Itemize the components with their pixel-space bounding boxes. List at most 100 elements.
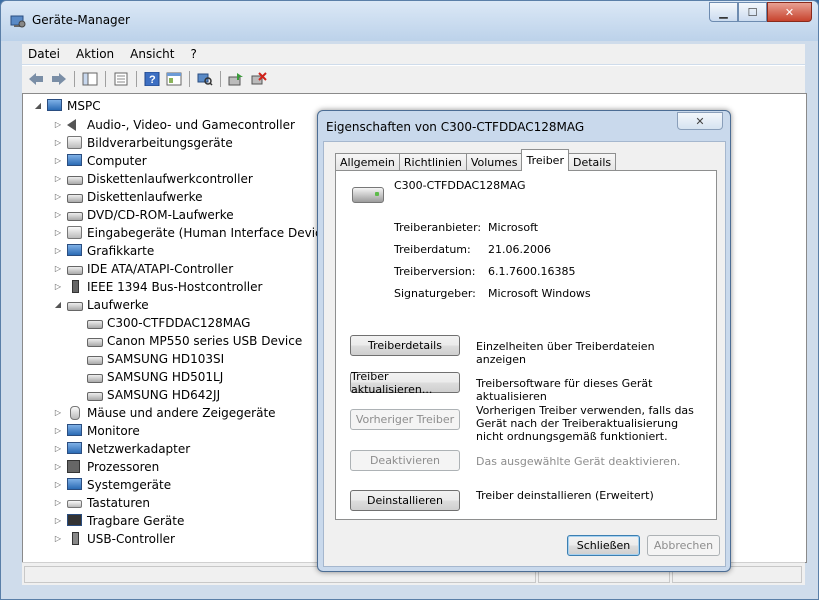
expand-icon[interactable]: ▷ [53,174,63,183]
tree-category[interactable]: ▷ Bildverarbeitungsgeräte [53,134,233,151]
tree-category[interactable]: ▷ Prozessoren [53,458,159,475]
expand-icon[interactable]: ▷ [53,264,63,273]
minimize-button[interactable]: ▁ [709,2,738,22]
tree-category[interactable]: ▷ USB-Controller [53,530,175,547]
close-dialog-button[interactable]: Schließen [567,535,640,556]
tree-category-label: Diskettenlaufwerke [87,189,203,204]
uninstall-icon[interactable] [250,70,268,88]
tree-category[interactable]: ▷ Eingabegeräte (Human Interface Devices) [53,224,340,241]
driver-details-button[interactable]: Treiberdetails [350,335,460,356]
tree-category-label: Monitore [87,423,140,438]
tree-device[interactable]: Canon MP550 series USB Device [87,332,302,349]
disk-drive-icon [67,298,83,312]
processor-icon [67,459,83,474]
expand-icon[interactable]: ▷ [53,462,63,471]
tree-category-label: Mäuse und andere Zeigegeräte [87,405,276,420]
tree-device[interactable]: C300-CTFDDAC128MAG [87,314,250,331]
system-device-icon [67,477,83,492]
disk-drive-icon [87,370,103,384]
display-adapter-icon [67,243,83,258]
tree-device[interactable]: SAMSUNG HD642JJ [87,386,220,403]
help-icon[interactable]: ? [143,70,161,88]
uninstall-button[interactable]: Deinstallieren [350,490,460,511]
toolbar-separator [74,71,75,87]
tree-category-label: Laufwerke [87,297,149,312]
menu-ansicht[interactable]: Ansicht [124,47,180,61]
tab-details[interactable]: Details [567,153,617,171]
update-driver-icon[interactable] [227,70,245,88]
tree-category[interactable]: ▷ Netzwerkadapter [53,440,190,457]
disable-button[interactable]: Deaktivieren [350,450,460,471]
computer-icon [67,153,83,168]
tree-category-label: USB-Controller [87,531,175,546]
expand-icon[interactable]: ▷ [53,120,63,129]
tree-root[interactable]: ◢ MSPC [33,97,101,114]
expand-icon[interactable]: ▷ [53,534,63,543]
tree-category[interactable]: ▷ Grafikkarte [53,242,154,259]
tree-category[interactable]: ▷ Monitore [53,422,140,439]
scan-hardware-icon[interactable] [196,70,214,88]
expand-icon[interactable]: ▷ [53,426,63,435]
tree-category[interactable]: ▷ DVD/CD-ROM-Laufwerke [53,206,234,223]
expand-icon[interactable]: ▷ [53,192,63,201]
expand-icon[interactable]: ▷ [53,480,63,489]
expand-icon[interactable]: ▷ [53,228,63,237]
tree-category[interactable]: ▷ IDE ATA/ATAPI-Controller [53,260,233,277]
tree-category[interactable]: ▷ Computer [53,152,147,169]
tab-treiber[interactable]: Treiber [521,149,569,171]
expand-icon[interactable]: ▷ [53,210,63,219]
collapse-icon[interactable]: ◢ [53,300,63,309]
expand-icon[interactable]: ▷ [53,408,63,417]
tree-category[interactable]: ▷ Mäuse und andere Zeigegeräte [53,404,276,421]
title-bar[interactable]: Geräte-Manager ▁ ☐ ✕ [1,1,818,41]
show-hide-tree-icon[interactable] [81,70,99,88]
collapse-icon[interactable]: ◢ [33,101,43,110]
tab-volumes[interactable]: Volumes [465,153,523,171]
disk-drive-icon [87,334,103,348]
tree-category-label: Grafikkarte [87,243,155,258]
tree-device[interactable]: SAMSUNG HD103SI [87,350,224,367]
tree-category-label: Bildverarbeitungsgeräte [87,135,233,150]
tab-allgemein[interactable]: Allgemein [335,153,400,171]
maximize-button[interactable]: ☐ [738,2,767,22]
properties-icon[interactable] [112,70,130,88]
view-icon[interactable] [165,70,183,88]
forward-icon[interactable] [50,70,68,88]
expand-icon[interactable]: ▷ [53,498,63,507]
roll-back-driver-desc: Vorherigen Treiber verwenden, falls das … [476,404,694,443]
tree-category[interactable]: ▷ Diskettenlaufwerkcontroller [53,170,253,187]
menu-aktion[interactable]: Aktion [70,47,120,61]
back-icon[interactable] [27,70,45,88]
floppy-controller-icon [67,172,83,186]
tree-device-label: SAMSUNG HD103SI [107,351,225,366]
expand-icon[interactable]: ▷ [53,246,63,255]
tree-category[interactable]: ▷ IEEE 1394 Bus-Hostcontroller [53,278,262,295]
tree-category-expanded[interactable]: ◢ Laufwerke [53,296,149,313]
expand-icon[interactable]: ▷ [53,282,63,291]
tab-richtlinien[interactable]: Richtlinien [398,153,467,171]
expand-icon[interactable]: ▷ [53,444,63,453]
tree-category[interactable]: ▷ Tastaturen [53,494,150,511]
toolbar-separator [220,71,221,87]
tree-device-label: SAMSUNG HD501LJ [107,369,224,384]
tree-device[interactable]: SAMSUNG HD501LJ [87,368,223,385]
tree-category-label: Computer [87,153,147,168]
update-driver-button[interactable]: Treiber aktualisieren... [350,370,460,396]
menu-datei[interactable]: Datei [22,47,66,61]
tree-category-label: Eingabegeräte (Human Interface Devices) [87,225,340,240]
close-button[interactable]: ✕ [767,2,812,22]
tree-category[interactable]: ▷ Systemgeräte [53,476,171,493]
expand-icon[interactable]: ▷ [53,516,63,525]
disk-drive-icon [87,388,103,402]
tree-category[interactable]: ▷ Tragbare Geräte [53,512,184,529]
menu-help[interactable]: ? [184,47,202,61]
device-name: C300-CTFDDAC128MAG [394,179,526,192]
network-icon [67,441,83,456]
expand-icon[interactable]: ▷ [53,138,63,147]
expand-icon[interactable]: ▷ [53,156,63,165]
dialog-close-button[interactable]: ✕ [677,112,723,130]
roll-back-driver-button[interactable]: Vorheriger Treiber [350,409,460,430]
tree-category[interactable]: ▷ Audio-, Video- und Gamecontroller [53,116,295,133]
cancel-button[interactable]: Abbrechen [647,535,720,556]
tree-category[interactable]: ▷ Diskettenlaufwerke [53,188,203,205]
